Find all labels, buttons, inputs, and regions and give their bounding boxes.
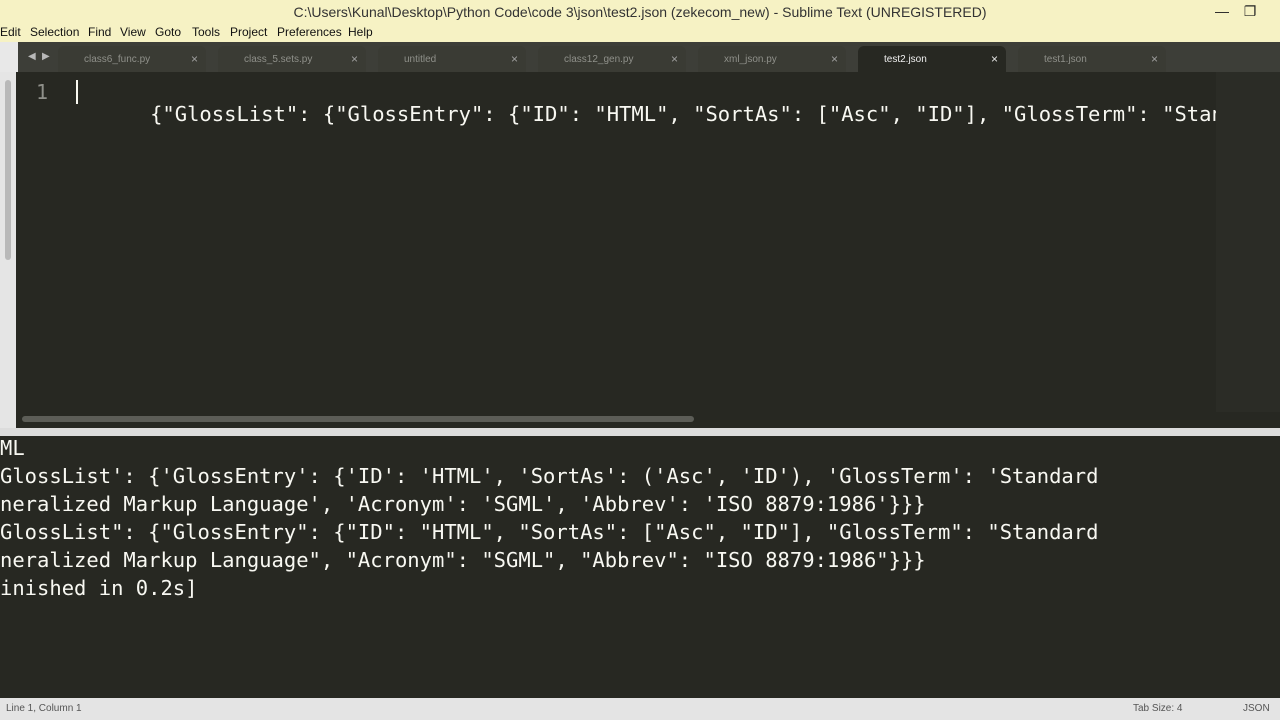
build-output-panel: ML GlossList': {'GlossEntry': {'ID': 'HT… bbox=[0, 436, 1280, 692]
sidebar-strip bbox=[0, 72, 16, 428]
output-line: neralized Markup Language", "Acronym": "… bbox=[0, 548, 926, 572]
output-line: neralized Markup Language', 'Acronym': '… bbox=[0, 492, 926, 516]
tab-label: untitled bbox=[404, 54, 437, 65]
syntax-indicator[interactable]: JSON bbox=[1243, 703, 1270, 714]
tab-test1-json[interactable]: test1.json × bbox=[1018, 46, 1166, 72]
tab-forward-arrow-icon[interactable]: ▶ bbox=[42, 51, 50, 62]
horizontal-scrollbar[interactable] bbox=[16, 412, 1280, 426]
tab-close-icon[interactable]: × bbox=[191, 52, 198, 66]
menu-view[interactable]: View bbox=[120, 25, 146, 39]
tab-class6-func[interactable]: class6_func.py × bbox=[58, 46, 206, 72]
menu-selection[interactable]: Selection bbox=[30, 25, 79, 39]
menu-project[interactable]: Project bbox=[230, 25, 267, 39]
tab-bar: ◀ ▶ class6_func.py × class_5.sets.py × u… bbox=[0, 42, 1280, 72]
tab-xml-json[interactable]: xml_json.py × bbox=[698, 46, 846, 72]
menu-goto[interactable]: Goto bbox=[155, 25, 181, 39]
tab-class12-gen[interactable]: class12_gen.py × bbox=[538, 46, 686, 72]
title-bar: C:\Users\Kunal\Desktop\Python Code\code … bbox=[0, 0, 1280, 24]
tab-untitled[interactable]: untitled × bbox=[378, 46, 526, 72]
tab-close-icon[interactable]: × bbox=[1151, 52, 1158, 66]
text-caret bbox=[76, 80, 78, 104]
restore-button[interactable]: ❐ bbox=[1239, 2, 1261, 22]
tab-bar-gutter bbox=[0, 42, 18, 72]
window-title: C:\Users\Kunal\Desktop\Python Code\code … bbox=[293, 4, 987, 20]
output-line: GlossList": {"GlossEntry": {"ID": "HTML"… bbox=[0, 520, 1099, 544]
minimap[interactable] bbox=[1216, 72, 1280, 412]
horizontal-scroll-thumb[interactable] bbox=[22, 416, 694, 422]
code-line[interactable]: {"GlossList": {"GlossEntry": {"ID": "HTM… bbox=[76, 78, 1216, 174]
tab-label: class6_func.py bbox=[84, 54, 151, 65]
menu-edit[interactable]: Edit bbox=[0, 25, 21, 39]
tab-close-icon[interactable]: × bbox=[831, 52, 838, 66]
status-bar: Line 1, Column 1 Tab Size: 4 JSON bbox=[0, 698, 1280, 720]
menu-bar: Edit Selection Find View Goto Tools Proj… bbox=[0, 24, 1280, 42]
tab-test2-json[interactable]: test2.json × bbox=[858, 46, 1006, 72]
editor-pane[interactable]: 1 {"GlossList": {"GlossEntry": {"ID": "H… bbox=[0, 72, 1280, 428]
gutter-line-number: 1 bbox=[36, 80, 49, 104]
code-text: {"GlossList": {"GlossEntry": {"ID": "HTM… bbox=[150, 102, 1216, 126]
tab-class5-sets[interactable]: class_5.sets.py × bbox=[218, 46, 366, 72]
output-line: inished in 0.2s] bbox=[0, 576, 198, 600]
tab-back-arrow-icon[interactable]: ◀ bbox=[28, 51, 36, 62]
output-line: GlossList': {'GlossEntry': {'ID': 'HTML'… bbox=[0, 464, 1099, 488]
tab-label: test1.json bbox=[1044, 54, 1087, 65]
minimize-button[interactable]: — bbox=[1211, 2, 1233, 22]
tab-label: test2.json bbox=[884, 54, 927, 65]
panel-divider[interactable] bbox=[0, 428, 1280, 436]
menu-preferences[interactable]: Preferences bbox=[277, 25, 342, 39]
menu-find[interactable]: Find bbox=[88, 25, 111, 39]
cursor-position: Line 1, Column 1 bbox=[6, 703, 82, 714]
tab-close-icon[interactable]: × bbox=[511, 52, 518, 66]
tab-close-icon[interactable]: × bbox=[671, 52, 678, 66]
sidebar-scroll-thumb[interactable] bbox=[5, 80, 11, 260]
tab-size-indicator[interactable]: Tab Size: 4 bbox=[1133, 703, 1182, 714]
tab-close-icon[interactable]: × bbox=[351, 52, 358, 66]
tab-label: class_5.sets.py bbox=[244, 54, 313, 65]
tab-label: class12_gen.py bbox=[564, 54, 634, 65]
tab-close-icon[interactable]: × bbox=[991, 52, 998, 66]
menu-help[interactable]: Help bbox=[348, 25, 373, 39]
menu-tools[interactable]: Tools bbox=[192, 25, 220, 39]
output-line: ML bbox=[0, 436, 25, 460]
sublime-text-window: C:\Users\Kunal\Desktop\Python Code\code … bbox=[0, 0, 1280, 720]
tab-label: xml_json.py bbox=[724, 54, 777, 65]
